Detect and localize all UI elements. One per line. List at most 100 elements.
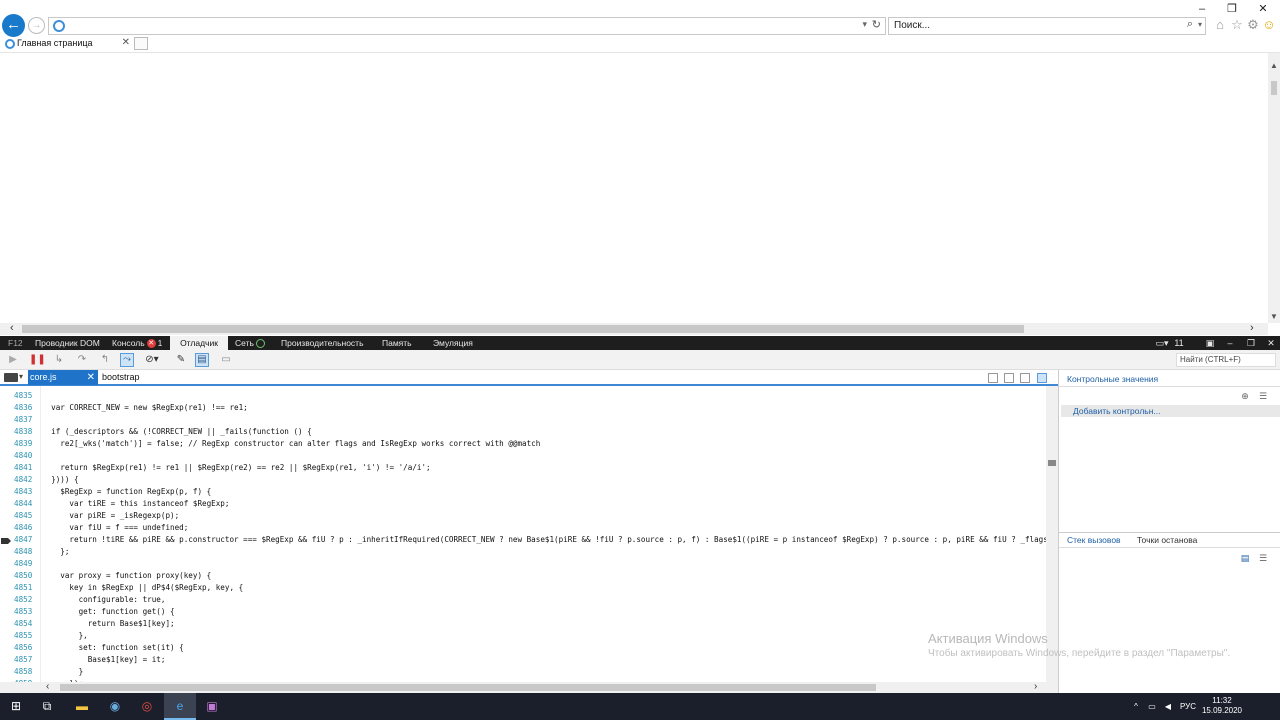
line-number[interactable]: 4837 bbox=[14, 414, 36, 426]
feedback-smiley-icon[interactable]: ☺ bbox=[1262, 18, 1276, 32]
tab-home[interactable]: Главная страница ✕ bbox=[2, 37, 132, 52]
restore-button[interactable]: ❐ bbox=[1218, 2, 1246, 16]
tab-emulation[interactable]: Эмуляция bbox=[427, 336, 479, 350]
tab-dom-explorer[interactable]: Проводник DOM bbox=[29, 336, 106, 350]
break-icon[interactable]: ❚❚ bbox=[29, 353, 46, 367]
file-explorer-icon[interactable]: ▬ bbox=[66, 693, 98, 720]
code-hscroll-thumb[interactable] bbox=[60, 684, 876, 691]
line-number[interactable]: 4843 bbox=[14, 486, 36, 498]
pin-icon[interactable]: ✎ bbox=[174, 353, 188, 367]
home-icon[interactable]: ⌂ bbox=[1213, 18, 1227, 32]
show-frames-icon[interactable]: ▤ bbox=[1239, 553, 1251, 563]
line-number[interactable]: 4858 bbox=[14, 666, 36, 678]
line-number[interactable]: 4841 bbox=[14, 462, 36, 474]
tab-memory[interactable]: Память bbox=[376, 336, 418, 350]
watches-title[interactable]: Контрольные значения bbox=[1067, 374, 1158, 384]
undock-minimize-icon[interactable]: – bbox=[1224, 336, 1236, 350]
break-on-new-worker-icon[interactable]: ⤳ bbox=[120, 353, 134, 367]
line-number[interactable]: 4844 bbox=[14, 498, 36, 510]
step-out-icon[interactable]: ↰ bbox=[98, 353, 112, 367]
code-horizontal-scrollbar[interactable]: ‹ › bbox=[0, 681, 1058, 693]
line-number[interactable]: 4838 bbox=[14, 426, 36, 438]
minimize-button[interactable]: – bbox=[1188, 2, 1216, 16]
scroll-left-icon[interactable]: ‹ bbox=[10, 322, 14, 334]
line-number[interactable]: 4851 bbox=[14, 582, 36, 594]
file-tab-bootstrap[interactable]: bootstrap bbox=[102, 370, 140, 385]
line-number[interactable]: 4835 bbox=[14, 390, 36, 402]
search-box[interactable]: Поиск... ⌕ ▾ bbox=[888, 17, 1206, 35]
line-number[interactable]: 4839 bbox=[14, 438, 36, 450]
address-dropdown-icon[interactable]: ▾ bbox=[862, 19, 867, 30]
line-number[interactable]: 4847 bbox=[14, 534, 36, 546]
line-number[interactable]: 4850 bbox=[14, 570, 36, 582]
scroll-right-icon[interactable]: › bbox=[1250, 322, 1254, 334]
refresh-icon[interactable]: ↻ bbox=[872, 18, 881, 31]
code-editor[interactable]: 4835 4836 var CORRECT_NEW = new $RegExp(r… bbox=[0, 386, 1058, 682]
new-tab-button[interactable] bbox=[134, 37, 148, 50]
code-scroll-thumb[interactable] bbox=[1048, 460, 1056, 466]
search-dropdown-icon[interactable]: ▾ bbox=[1198, 20, 1202, 29]
just-my-code-icon[interactable]: ▤ bbox=[195, 353, 209, 367]
tab-network[interactable]: Сеть bbox=[229, 336, 271, 350]
file-tab-core-js[interactable]: core.js ✕ bbox=[28, 370, 98, 385]
settings-gear-icon[interactable]: ⚙ bbox=[1246, 18, 1260, 32]
line-number[interactable]: 4852 bbox=[14, 594, 36, 606]
language-indicator[interactable]: РУС bbox=[1178, 693, 1198, 720]
favorites-icon[interactable]: ☆ bbox=[1230, 18, 1244, 32]
back-button[interactable]: ← bbox=[2, 14, 25, 37]
step-over-icon[interactable]: ↷ bbox=[75, 353, 89, 367]
code-scroll-right-icon[interactable]: › bbox=[1034, 681, 1037, 692]
hscroll-thumb[interactable] bbox=[22, 325, 1024, 333]
internet-explorer-icon[interactable]: e bbox=[164, 693, 196, 720]
line-number[interactable]: 4836 bbox=[14, 402, 36, 414]
page-horizontal-scrollbar[interactable]: ‹ › bbox=[0, 322, 1268, 335]
exception-behavior-icon[interactable]: ⊘▾ bbox=[145, 353, 159, 367]
tab-debugger[interactable]: Отладчик bbox=[170, 336, 228, 350]
pretty-print-icon[interactable] bbox=[1037, 373, 1047, 383]
tab-performance[interactable]: Производительность bbox=[275, 336, 370, 350]
task-view-icon[interactable]: ⧉ bbox=[31, 693, 63, 720]
version-counter[interactable]: 11 bbox=[1172, 336, 1186, 350]
line-number[interactable]: 4842 bbox=[14, 474, 36, 486]
step-into-icon[interactable]: ↳ bbox=[52, 353, 66, 367]
tab-breakpoints[interactable]: Точки останова bbox=[1137, 535, 1197, 545]
continue-icon[interactable]: ▶ bbox=[6, 353, 20, 367]
undock-icon[interactable]: ❐ bbox=[1245, 336, 1257, 350]
line-number[interactable]: 4857 bbox=[14, 654, 36, 666]
line-number[interactable]: 4849 bbox=[14, 558, 36, 570]
start-windows-icon[interactable]: ⊞ bbox=[0, 693, 32, 720]
close-button[interactable]: ✕ bbox=[1249, 2, 1277, 16]
folder-icon[interactable] bbox=[4, 373, 18, 382]
phpstorm-icon[interactable]: ▣ bbox=[196, 693, 228, 720]
watch-list-icon[interactable]: ☰ bbox=[1257, 391, 1269, 401]
line-number[interactable]: 4845 bbox=[14, 510, 36, 522]
line-number[interactable]: 4840 bbox=[14, 450, 36, 462]
format-icon[interactable] bbox=[988, 373, 998, 383]
volume-icon[interactable]: ◀ bbox=[1162, 693, 1174, 720]
find-input[interactable]: Найти (CTRL+F) bbox=[1176, 353, 1276, 367]
scroll-up-icon[interactable]: ▲ bbox=[1270, 61, 1278, 70]
line-number[interactable]: 4848 bbox=[14, 546, 36, 558]
forward-button[interactable]: → bbox=[28, 17, 45, 34]
chrome-icon[interactable]: ◎ bbox=[131, 693, 163, 720]
target-picker-icon[interactable]: ▭▾ bbox=[1152, 336, 1172, 350]
tray-expand-icon[interactable]: ^ bbox=[1130, 693, 1142, 720]
add-watch-icon[interactable]: ⊕ bbox=[1239, 391, 1251, 401]
page-vertical-scrollbar[interactable]: ▲ ▼ bbox=[1268, 53, 1280, 323]
line-number[interactable]: 4854 bbox=[14, 618, 36, 630]
scroll-thumb[interactable] bbox=[1271, 81, 1277, 95]
file-tab-close-icon[interactable]: ✕ bbox=[87, 370, 95, 385]
word-wrap-icon[interactable] bbox=[1004, 373, 1014, 383]
tab-close-icon[interactable]: ✕ bbox=[122, 37, 130, 48]
line-number[interactable]: 4846 bbox=[14, 522, 36, 534]
tab-call-stack[interactable]: Стек вызовов bbox=[1067, 535, 1121, 545]
network-tray-icon[interactable]: ▭ bbox=[1146, 693, 1158, 720]
tab-console[interactable]: Консоль ✕ 1 bbox=[106, 336, 168, 350]
devtools-close-icon[interactable]: ✕ bbox=[1265, 336, 1277, 350]
line-number[interactable]: 4855 bbox=[14, 630, 36, 642]
toggle-breakpoints-icon[interactable] bbox=[1020, 373, 1030, 383]
search-icon[interactable]: ⌕ bbox=[1187, 18, 1193, 31]
app-icon[interactable]: ◉ bbox=[99, 693, 131, 720]
folder-dropdown-icon[interactable]: ▾ bbox=[19, 372, 23, 381]
add-watch-item[interactable]: Добавить контрольн... bbox=[1061, 405, 1280, 417]
